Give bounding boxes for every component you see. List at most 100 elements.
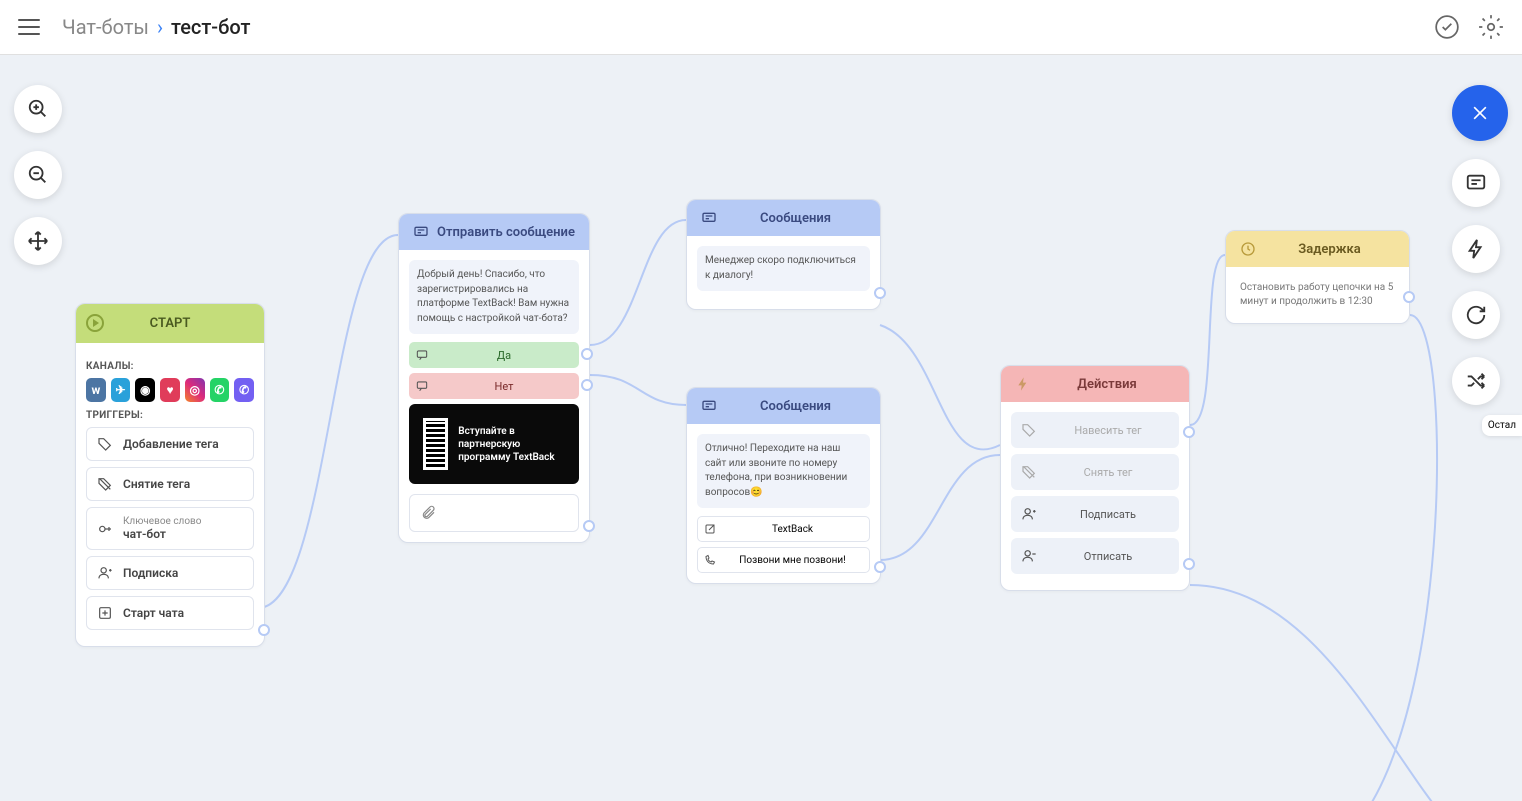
button-label: TextBack <box>722 524 863 535</box>
channel-viber-icon[interactable]: ✆ <box>234 378 254 402</box>
zoom-out-icon <box>27 164 49 186</box>
clock-icon <box>1240 241 1256 257</box>
tag-icon <box>97 436 113 452</box>
message-text[interactable]: Отлично! Переходите на наш сайт или звон… <box>697 434 870 508</box>
tag-icon <box>1021 422 1037 438</box>
message-icon <box>701 398 717 414</box>
message-text[interactable]: Добрый день! Спасибо, что зарегистрирова… <box>409 260 579 334</box>
action-subscribe[interactable]: Подписать <box>1011 496 1179 532</box>
chat-icon <box>415 348 429 362</box>
action-label: Отписать <box>1047 550 1169 563</box>
node-title: Отправить сообщение <box>437 225 575 240</box>
message-text[interactable]: Менеджер скоро подключиться к диалогу! <box>697 246 870 291</box>
menu-button[interactable] <box>18 19 40 35</box>
message-icon <box>413 224 429 240</box>
node-start[interactable]: СТАРТ КАНАЛЫ: w ✈ ◉ ♥ ◎ ✆ ✆ ТРИГГЕРЫ: До… <box>75 303 265 647</box>
qr-code-icon <box>423 418 448 470</box>
node-title: СТАРТ <box>150 316 191 331</box>
user-plus-icon <box>1021 506 1037 522</box>
trigger-add-tag[interactable]: Добавление тега <box>86 427 254 461</box>
external-link-icon <box>704 523 716 535</box>
add-delay-button[interactable] <box>1452 291 1500 339</box>
node-send-message[interactable]: Отправить сообщение Добрый день! Спасибо… <box>398 213 590 543</box>
output-port[interactable] <box>581 379 593 391</box>
delay-text[interactable]: Остановить работу цепочки на 5 минут и п… <box>1236 277 1399 313</box>
node-start-header: СТАРТ <box>76 304 264 343</box>
output-port[interactable] <box>874 561 886 573</box>
node-header: Задержка <box>1226 231 1409 267</box>
attach-button[interactable] <box>409 494 579 532</box>
qr-text: Вступайте в партнерскую программу TextBa… <box>458 425 565 464</box>
key-icon <box>97 521 113 537</box>
action-add-tag[interactable]: Навесить тег <box>1011 412 1179 448</box>
channel-instagram-icon[interactable]: ◎ <box>185 378 205 402</box>
settings-icon[interactable] <box>1478 14 1504 40</box>
node-header: Действия <box>1001 366 1189 402</box>
call-button[interactable]: Позвони мне позвони! <box>697 547 870 573</box>
bolt-icon <box>1465 238 1487 260</box>
add-branch-button[interactable] <box>1452 357 1500 405</box>
message-icon <box>1465 172 1487 194</box>
output-port[interactable] <box>583 520 595 532</box>
action-remove-tag[interactable]: Снять тег <box>1011 454 1179 490</box>
output-port[interactable] <box>581 348 593 360</box>
trigger-label: Подписка <box>123 566 178 580</box>
button-label: Да <box>435 349 573 362</box>
topbar: Чат-боты › тест-бот <box>0 0 1522 55</box>
close-button[interactable] <box>1452 85 1508 141</box>
channel-telegram-icon[interactable]: ✈ <box>111 378 131 402</box>
output-port[interactable] <box>874 287 886 299</box>
add-message-button[interactable] <box>1452 159 1500 207</box>
reply-no-button[interactable]: Нет <box>409 373 579 399</box>
action-label: Подписать <box>1047 508 1169 521</box>
node-message-2[interactable]: Сообщения Отлично! Переходите на наш сай… <box>686 387 881 584</box>
trigger-subscribe[interactable]: Подписка <box>86 556 254 590</box>
chat-icon <box>415 379 429 393</box>
qr-attachment[interactable]: Вступайте в партнерскую программу TextBa… <box>409 404 579 484</box>
move-button[interactable] <box>14 217 62 265</box>
node-header: Сообщения <box>687 200 880 236</box>
channels-label: КАНАЛЫ: <box>86 361 254 372</box>
output-port[interactable] <box>1183 426 1195 438</box>
output-port[interactable] <box>258 624 270 636</box>
node-message-1[interactable]: Сообщения Менеджер скоро подключиться к … <box>686 199 881 310</box>
node-delay[interactable]: Задержка Остановить работу цепочки на 5 … <box>1225 230 1410 324</box>
channel-messenger-icon[interactable]: ◉ <box>135 378 155 402</box>
action-label: Навесить тег <box>1047 424 1169 437</box>
canvas[interactable]: Остал СТАРТ КАНАЛЫ: w ✈ ◉ ♥ ◎ ✆ ✆ ТРИГГЕ… <box>0 55 1522 801</box>
zoom-in-button[interactable] <box>14 85 62 133</box>
add-action-button[interactable] <box>1452 225 1500 273</box>
right-toolbar <box>1452 85 1508 405</box>
side-pill[interactable]: Остал <box>1482 415 1522 436</box>
user-plus-icon <box>97 565 113 581</box>
reply-yes-button[interactable]: Да <box>409 342 579 368</box>
channels-row: w ✈ ◉ ♥ ◎ ✆ ✆ <box>86 378 254 402</box>
output-port[interactable] <box>1403 291 1415 303</box>
action-unsubscribe[interactable]: Отписать <box>1011 538 1179 574</box>
zoom-out-button[interactable] <box>14 151 62 199</box>
paperclip-icon <box>420 505 436 521</box>
tag-off-icon <box>97 476 113 492</box>
button-label: Позвони мне позвони! <box>722 555 863 566</box>
channel-whatsapp-icon[interactable]: ✆ <box>210 378 230 402</box>
play-icon <box>86 314 104 332</box>
breadcrumb-root[interactable]: Чат-боты <box>62 15 149 39</box>
check-circle-icon[interactable] <box>1434 14 1460 40</box>
trigger-keyword[interactable]: Ключевое словочат-бот <box>86 507 254 550</box>
trigger-chat-start[interactable]: Старт чата <box>86 596 254 630</box>
trigger-label: чат-бот <box>123 527 166 541</box>
node-title: Задержка <box>1264 242 1395 257</box>
left-toolbar <box>14 85 62 265</box>
node-actions[interactable]: Действия Навесить тег Снять тег Подписат… <box>1000 365 1190 591</box>
close-icon <box>1470 103 1490 123</box>
channel-vk-icon[interactable]: w <box>86 378 106 402</box>
move-icon <box>27 230 49 252</box>
node-header: Сообщения <box>687 388 880 424</box>
trigger-remove-tag[interactable]: Снятие тега <box>86 467 254 501</box>
output-port[interactable] <box>1183 558 1195 570</box>
channel-odnoklassniki-icon[interactable]: ♥ <box>160 378 180 402</box>
trigger-sublabel: Ключевое слово <box>123 516 201 527</box>
node-header: Отправить сообщение <box>399 214 589 250</box>
zoom-in-icon <box>27 98 49 120</box>
link-button[interactable]: TextBack <box>697 516 870 542</box>
